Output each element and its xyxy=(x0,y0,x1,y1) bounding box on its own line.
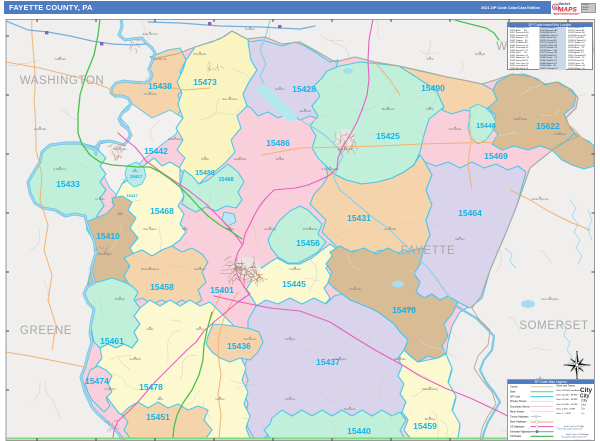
svg-text:Scale 1 Inch = 3.1 Miles: Scale 1 Inch = 3.1 Miles xyxy=(564,426,584,428)
svg-text:Primary Streets: Primary Streets xyxy=(510,400,527,403)
svg-text:15464: 15464 xyxy=(458,208,482,218)
svg-text:15470: 15470 xyxy=(392,305,416,315)
svg-text:State Highways: State Highways xyxy=(510,421,527,424)
svg-text:County: County xyxy=(510,386,518,389)
svg-text:15474: 15474 xyxy=(85,376,109,386)
svg-text:15461: 15461 xyxy=(100,336,124,346)
svg-text:15410: 15410 xyxy=(96,231,120,241)
svg-text:ZIP Code: ZIP Code xyxy=(510,395,521,398)
svg-text:15456: 15456 xyxy=(296,238,320,248)
svg-text:15417: 15417 xyxy=(130,174,143,179)
svg-text:MAPS: MAPS xyxy=(558,7,577,14)
svg-text:Cities 2,500 - 9,999: Cities 2,500 - 9,999 xyxy=(556,407,576,410)
svg-text:County Highways: County Highways xyxy=(510,415,529,418)
svg-text:15459: 15459 xyxy=(413,421,437,431)
svg-text:WASHINGTON: WASHINGTON xyxy=(20,75,105,87)
svg-text:Cities 10,000 - 24,999: Cities 10,000 - 24,999 xyxy=(556,403,578,406)
svg-text:15433: 15433 xyxy=(56,179,80,189)
svg-text:15428: 15428 xyxy=(292,84,316,94)
svg-text:FAYETTE: FAYETTE xyxy=(401,245,455,257)
svg-text:15446: 15446 xyxy=(476,123,496,130)
svg-text:US Highways: US Highways xyxy=(510,425,525,428)
svg-text:Interstate Highways: Interstate Highways xyxy=(510,431,532,434)
svg-text:Cities 50,000 - 99,999: Cities 50,000 - 99,999 xyxy=(556,394,578,397)
svg-text:15478: 15478 xyxy=(139,382,163,392)
svg-text:SOMERSET: SOMERSET xyxy=(519,320,588,332)
svg-text:Cities 100,000 and Above: Cities 100,000 and Above xyxy=(556,389,582,392)
svg-text:15440: 15440 xyxy=(347,426,371,436)
svg-text:Cities 25,000 - 49,999: Cities 25,000 - 49,999 xyxy=(556,398,578,401)
svg-text:15488: 15488 xyxy=(218,177,233,183)
svg-text:15622: 15622 xyxy=(536,121,560,131)
svg-text:Cities 1 - 2,499: Cities 1 - 2,499 xyxy=(556,412,571,415)
svg-text:15451: 15451 xyxy=(146,412,170,422)
svg-text:15480: 15480 xyxy=(195,170,215,177)
svg-text:15447: 15447 xyxy=(126,193,138,198)
svg-text:Scale 1 Inch = 5 Kilometers: Scale 1 Inch = 5 Kilometers xyxy=(566,433,589,436)
svg-text:15431: 15431 xyxy=(347,213,371,223)
svg-text:City: City xyxy=(581,402,586,406)
svg-text:15425: 15425 xyxy=(376,131,400,141)
svg-text:City: City xyxy=(581,408,586,411)
svg-text:Cities and Towns: Cities and Towns xyxy=(556,385,576,388)
svg-text:Minor Streets: Minor Streets xyxy=(510,410,525,413)
svg-text:15442: 15442 xyxy=(144,146,168,156)
svg-text:15436: 15436 xyxy=(227,341,251,351)
svg-text:Toll Roads: Toll Roads xyxy=(510,435,522,438)
svg-text:15458: 15458 xyxy=(150,282,174,292)
svg-text:15469: 15469 xyxy=(484,151,508,161)
svg-text:15445: 15445 xyxy=(282,279,306,289)
svg-text:15490: 15490 xyxy=(421,83,445,93)
svg-text:15437: 15437 xyxy=(316,357,340,367)
svg-text:State: State xyxy=(510,391,516,394)
svg-text:15486: 15486 xyxy=(266,138,290,148)
svg-text:15438: 15438 xyxy=(148,81,172,91)
svg-text:15473: 15473 xyxy=(193,77,217,87)
svg-text:15401: 15401 xyxy=(210,285,234,295)
svg-text:Secondary Streets: Secondary Streets xyxy=(510,405,530,408)
svg-text:15468: 15468 xyxy=(150,206,174,216)
svg-text:GREENE: GREENE xyxy=(20,325,72,337)
svg-text:City: City xyxy=(581,412,584,415)
